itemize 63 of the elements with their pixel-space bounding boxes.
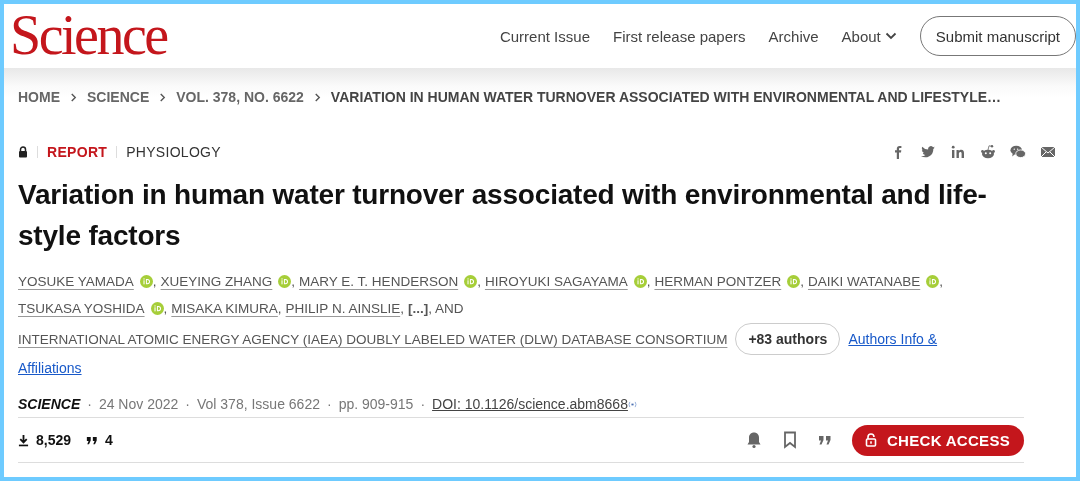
comma-separator: , <box>400 301 404 316</box>
chat-bubbles-icon[interactable] <box>1010 144 1026 160</box>
submit-manuscript-button[interactable]: Submit manuscript <box>919 16 1076 56</box>
nav-link[interactable]: First release papers <box>613 27 746 45</box>
link-icon <box>627 400 637 408</box>
comma-separator: , <box>152 274 157 289</box>
separator-dot: · <box>87 396 92 412</box>
logo[interactable]: Science <box>10 7 167 63</box>
unlock-icon <box>864 433 877 447</box>
separator-dot: · <box>420 396 426 412</box>
article-title: Variation in human water turnover associated with environmental and life-style factors <box>18 178 988 253</box>
comma-separator: , <box>800 274 804 289</box>
download-icon <box>18 433 29 447</box>
bookmark-icon[interactable] <box>781 431 798 449</box>
quote-icon[interactable] <box>817 435 832 445</box>
meta-text: pp. 909-915 <box>338 396 414 412</box>
check-access-button[interactable]: CHECK ACCESS <box>851 424 1024 456</box>
citation-count: 4 <box>105 432 113 448</box>
download-count: 8,529 <box>36 432 72 448</box>
breadcrumb-link[interactable]: VOL. 378, NO. 6622 <box>176 89 304 105</box>
author-link[interactable]: DAIKI WATANABE <box>808 274 921 289</box>
author-link[interactable]: MISAKA KIMURA <box>171 301 278 316</box>
quote-icon <box>86 435 99 445</box>
doi-link[interactable]: DOI: 10.1126/science.abm8668 <box>432 396 628 412</box>
article-type: REPORT <box>47 144 108 160</box>
authors-info-link[interactable]: Authors Info & <box>848 325 938 353</box>
nav-link[interactable]: Current Issue <box>499 27 590 45</box>
author-link[interactable]: MARY E. T. HENDERSON <box>299 274 459 289</box>
bell-icon[interactable] <box>745 431 762 449</box>
caret-icon <box>884 32 897 40</box>
author-link[interactable]: HERMAN PONTZER <box>654 274 782 289</box>
author-link[interactable]: TSUKASA YOSHIDA <box>18 301 145 316</box>
separator-dot: · <box>185 396 190 412</box>
consortium-link[interactable]: INTERNATIONAL ATOMIC ENERGY AGENCY (IAEA) DOUBLY LABELED WATER (DLW) DATABASE CONSORTIUM <box>18 325 728 353</box>
chevron-icon <box>159 91 167 103</box>
nav-link[interactable]: Archive <box>768 27 819 45</box>
journal-name: SCIENCE <box>18 396 81 412</box>
meta-text: 24 Nov 2022 <box>98 396 179 412</box>
author-link[interactable]: YOSUKE YAMADA <box>18 274 134 289</box>
alien-head-icon[interactable] <box>980 144 996 160</box>
comma-separator: , <box>477 274 481 289</box>
meta-text: Vol 378, Issue 6622 <box>197 396 320 412</box>
chevron-icon <box>70 91 77 103</box>
comma-separator: , <box>163 301 168 316</box>
conjunction-text: , AND <box>428 301 464 316</box>
author-link[interactable]: HIROYUKI SAGAYAMA <box>484 274 628 289</box>
author-link[interactable]: XUEYING ZHANG <box>160 274 273 289</box>
comma-separator: , <box>291 274 296 289</box>
breadcrumb-link[interactable]: HOME <box>18 89 60 105</box>
chevron-icon <box>313 91 321 103</box>
breadcrumb-link[interactable]: VARIATION IN HUMAN WATER TURNOVER ASSOCIATED WITH ENVIRONMENTAL AND LIFESTYLE… <box>330 89 1002 105</box>
more-authors-button[interactable]: +83 authors <box>735 323 841 355</box>
comma-separator: , <box>646 274 651 289</box>
separator-dot: · <box>327 396 332 412</box>
nav-link[interactable]: About <box>841 27 897 45</box>
authors-info-link[interactable]: Affiliations <box>18 360 82 376</box>
mail-icon[interactable] <box>1040 144 1056 160</box>
comma-separator: , <box>277 301 282 316</box>
linkedin-icon[interactable] <box>950 144 966 160</box>
comma-separator: , <box>939 274 943 289</box>
article-subject[interactable]: PHYSIOLOGY <box>126 144 221 160</box>
bird-icon[interactable] <box>920 144 936 160</box>
breadcrumb-link[interactable]: SCIENCE <box>87 89 150 105</box>
